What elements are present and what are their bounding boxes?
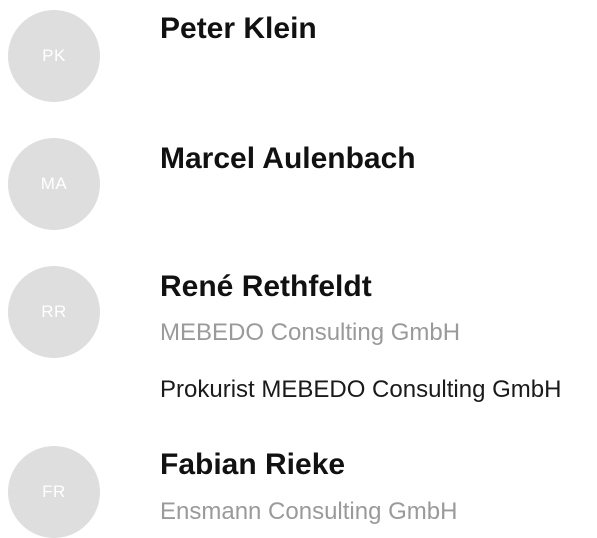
contact-item[interactable]: MA Marcel Aulenbach <box>0 128 597 248</box>
avatar: MA <box>8 138 100 230</box>
avatar-initials: MA <box>40 174 68 193</box>
contact-role: Prokurist MEBEDO Consulting GmbH <box>160 376 562 403</box>
contact-name[interactable]: Fabian Rieke <box>160 448 345 482</box>
avatar-initials: RR <box>41 302 67 321</box>
contact-item[interactable]: FR Fabian Rieke Ensmann Consulting GmbH <box>0 436 597 538</box>
contact-name[interactable]: René Rethfeldt <box>160 270 372 304</box>
contact-name[interactable]: Marcel Aulenbach <box>160 142 416 176</box>
contact-item[interactable]: RR René Rethfeldt MEBEDO Consulting GmbH… <box>0 256 597 426</box>
contact-company: MEBEDO Consulting GmbH <box>160 319 461 346</box>
avatar: RR <box>8 266 100 358</box>
avatar: FR <box>8 446 100 538</box>
contact-item[interactable]: PK Peter Klein <box>0 0 597 120</box>
avatar: PK <box>8 10 100 102</box>
contact-name[interactable]: Peter Klein <box>160 12 317 46</box>
contact-company: Ensmann Consulting GmbH <box>160 498 458 525</box>
avatar-initials: FR <box>42 482 66 501</box>
avatar-initials: PK <box>42 46 66 65</box>
